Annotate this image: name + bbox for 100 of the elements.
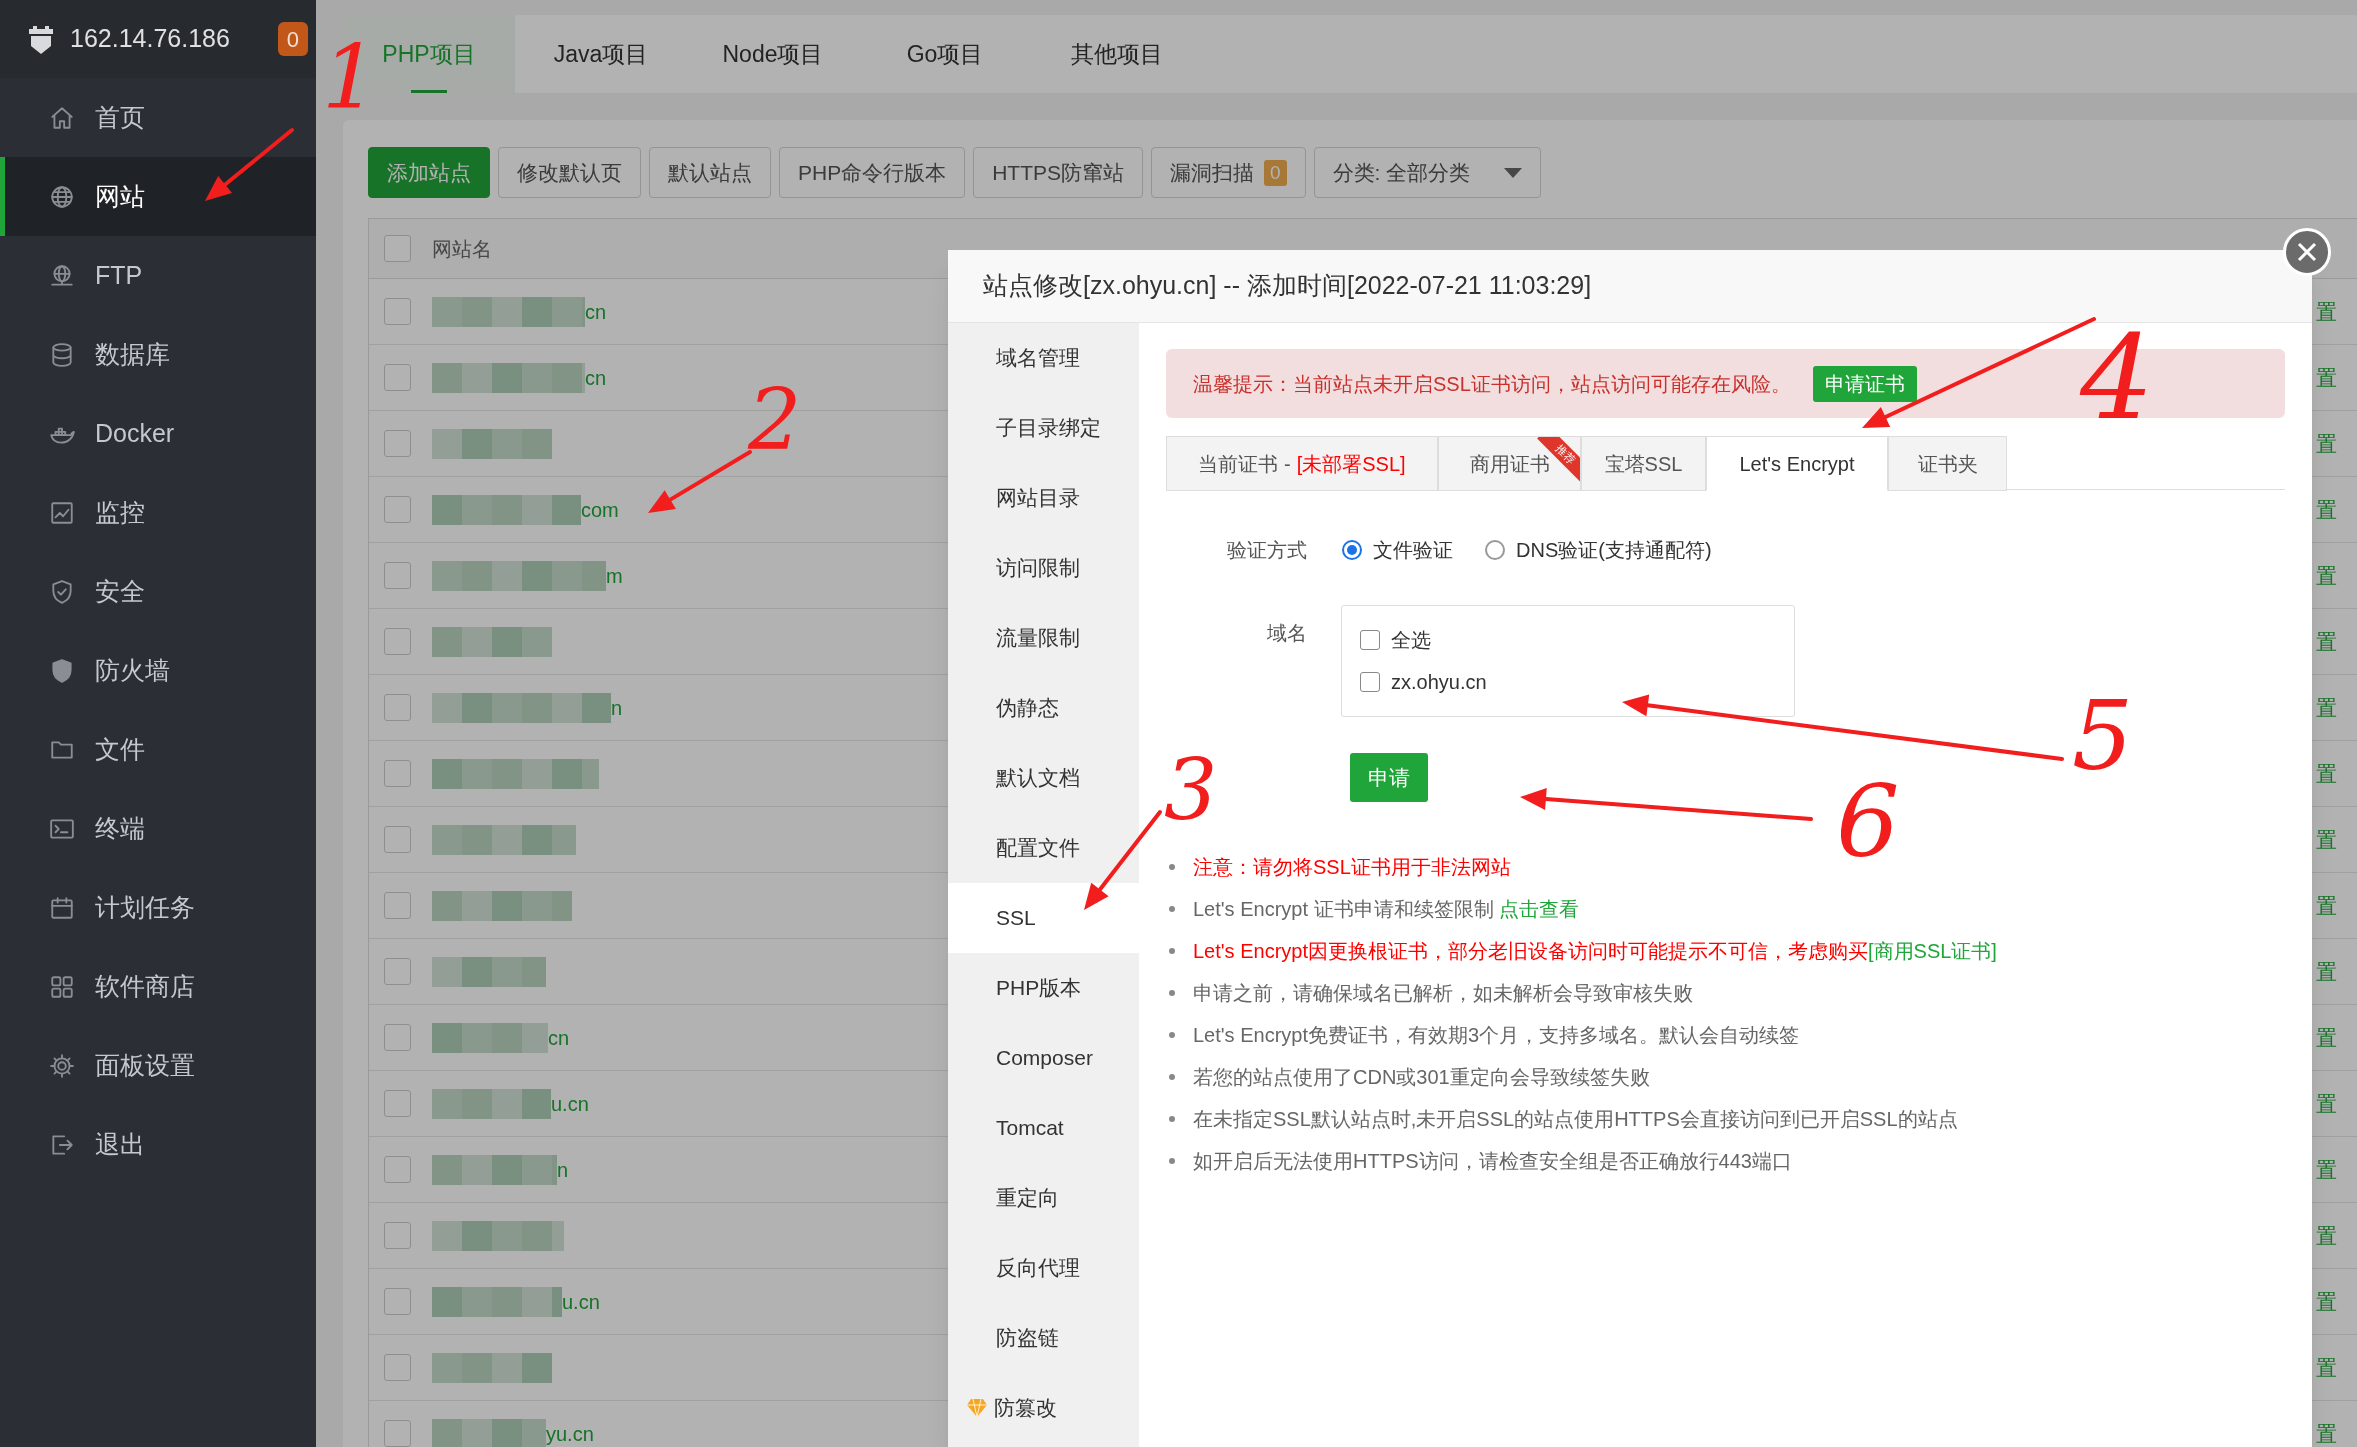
bullet-point (1169, 864, 1175, 870)
nav-item[interactable]: 首页 (0, 78, 316, 157)
radio-button[interactable] (1342, 540, 1362, 560)
checkbox[interactable] (384, 235, 411, 262)
checkbox[interactable] (384, 496, 411, 523)
checkbox[interactable] (384, 628, 411, 655)
settings-menu-item[interactable]: 配置文件 (948, 813, 1139, 883)
ssl-tab[interactable]: 商用证书 推荐 (1438, 436, 1581, 491)
ssl-tab[interactable]: 当前证书 - [未部署SSL] (1166, 436, 1438, 491)
field-label: 验证方式 (1226, 538, 1307, 563)
settings-menu-item[interactable]: 防盗链 (948, 1303, 1139, 1373)
server-address: 162.14.76.186 (70, 23, 230, 55)
note-text: 如开启后无法使用HTTPS访问，请检查安全组是否正确放行443端口 (1193, 1149, 1792, 1174)
shield-icon (49, 578, 75, 605)
project-tab[interactable]: Java项目 (515, 15, 687, 93)
nav-item[interactable]: 网站 (0, 157, 316, 236)
caret-icon (1503, 167, 1522, 178)
checkbox[interactable] (384, 1222, 411, 1249)
settings-menu-item[interactable]: 域名管理 (948, 323, 1139, 393)
checkbox-option[interactable]: 全选 (1360, 625, 1794, 655)
settings-menu-item[interactable]: SSL (948, 883, 1139, 953)
checkbox[interactable] (384, 1090, 411, 1117)
ssl-tab[interactable]: 宝塔SSL (1581, 436, 1706, 491)
checkbox[interactable] (1360, 672, 1380, 692)
nav-item[interactable]: 面板设置 (0, 1026, 316, 1105)
toolbar-button[interactable]: HTTPS防窜站 (973, 147, 1144, 198)
checkbox[interactable] (384, 430, 411, 457)
checkbox[interactable] (384, 1420, 411, 1447)
nav-item[interactable]: 防火墙 (0, 631, 316, 710)
bullet-point (1169, 906, 1175, 912)
annotation-number: 4 (2080, 320, 2154, 436)
checkbox[interactable] (384, 694, 411, 721)
grid-icon (49, 973, 75, 1000)
note-text: Let's Encrypt因更换根证书，部分老旧设备访问时可能提示不可信，考虑购买[商用SSL证书] (1193, 939, 1997, 964)
checkbox[interactable] (384, 298, 411, 325)
settings-menu-item[interactable]: Tomcat (948, 1093, 1139, 1163)
ssl-tab[interactable]: Let's Encrypt (1706, 436, 1888, 491)
network-globe-icon (49, 262, 75, 289)
settings-menu-item[interactable]: PHP版本 (948, 953, 1139, 1023)
toolbar-button[interactable]: 漏洞扫描 0 (1151, 147, 1306, 198)
toolbar-button[interactable]: 默认站点 (649, 147, 771, 198)
note-text: Let's Encrypt 证书申请和续签限制 点击查看 (1193, 897, 1580, 922)
nav-item[interactable]: 终端 (0, 789, 316, 868)
database-icon (49, 341, 75, 368)
settings-menu-item[interactable]: 流量限制 (948, 603, 1139, 673)
nav-item[interactable]: FTP (0, 236, 316, 315)
nav-item[interactable]: 软件商店 (0, 947, 316, 1026)
note-text: 申请之前，请确保域名已解析，如未解析会导致审核失败 (1193, 981, 1693, 1006)
checkbox[interactable] (384, 364, 411, 391)
nav-item[interactable]: 文件 (0, 710, 316, 789)
radio-option[interactable]: 文件验证 (1342, 535, 1453, 565)
bullet-point (1169, 1032, 1175, 1038)
radio-button[interactable] (1485, 540, 1505, 560)
checkbox[interactable] (384, 1024, 411, 1051)
nav-item[interactable]: 计划任务 (0, 868, 316, 947)
nav-item[interactable]: Docker (0, 394, 316, 473)
note-text: 在未指定SSL默认站点时,未开启SSL的站点使用HTTPS会直接访问到已开启SSL的站点 (1193, 1107, 1958, 1132)
bullet-point (1169, 1158, 1175, 1164)
checkbox[interactable] (384, 826, 411, 853)
checkbox[interactable] (384, 958, 411, 985)
checkbox[interactable] (384, 760, 411, 787)
shield-icon (49, 657, 75, 684)
settings-menu-item[interactable]: 防篡改 (948, 1373, 1139, 1443)
annotation-number: 3 (1164, 748, 1218, 832)
category-select[interactable]: 分类: 全部分类 (1313, 147, 1541, 198)
checkbox[interactable] (1360, 630, 1380, 650)
toolbar-button[interactable]: PHP命令行版本 (779, 147, 966, 198)
nav-item[interactable]: 安全 (0, 552, 316, 631)
checkbox-option[interactable]: zx.ohyu.cn (1360, 667, 1794, 697)
checkbox[interactable] (384, 1156, 411, 1183)
settings-menu-item[interactable]: Composer (948, 1023, 1139, 1093)
field-label: 域名 (1266, 621, 1307, 646)
notification-badge[interactable]: 0 (277, 22, 308, 56)
checkbox[interactable] (384, 892, 411, 919)
settings-menu-item[interactable]: 子目录绑定 (948, 393, 1139, 463)
ssl-tab[interactable]: 证书夹 (1888, 436, 2007, 491)
settings-menu-item[interactable]: 访问限制 (948, 533, 1139, 603)
nav-item[interactable]: 监控 (0, 473, 316, 552)
settings-menu-item[interactable]: 重定向 (948, 1163, 1139, 1233)
settings-menu-item[interactable]: 网站目录 (948, 463, 1139, 533)
project-tab[interactable]: 其他项目 (1031, 15, 1203, 93)
project-tab[interactable]: Node项目 (687, 15, 859, 93)
settings-icon (49, 1052, 75, 1079)
checkbox[interactable] (384, 1354, 411, 1381)
project-tab[interactable]: Go项目 (859, 15, 1031, 93)
column-header: 网站名 (432, 236, 492, 262)
nav-item[interactable]: 数据库 (0, 315, 316, 394)
note-text: 若您的站点使用了CDN或301重定向会导致续签失败 (1193, 1065, 1650, 1090)
toolbar-button[interactable]: 修改默认页 (498, 147, 641, 198)
checkbox[interactable] (384, 562, 411, 589)
settings-menu-item[interactable]: 伪静态 (948, 673, 1139, 743)
radio-option[interactable]: DNS验证(支持通配符) (1485, 535, 1712, 565)
settings-menu-item[interactable]: 反向代理 (948, 1233, 1139, 1303)
diamond-icon (966, 1398, 988, 1418)
nav-item[interactable]: 退出 (0, 1105, 316, 1184)
settings-menu-item[interactable]: 默认文档 (948, 743, 1139, 813)
bullet-point (1169, 1074, 1175, 1080)
dialog-title: 站点修改[zx.ohyu.cn] -- 添加时间[2022-07-21 11:03:29] (983, 270, 1592, 302)
checkbox[interactable] (384, 1288, 411, 1315)
annotation-number: 5 (2072, 688, 2134, 784)
